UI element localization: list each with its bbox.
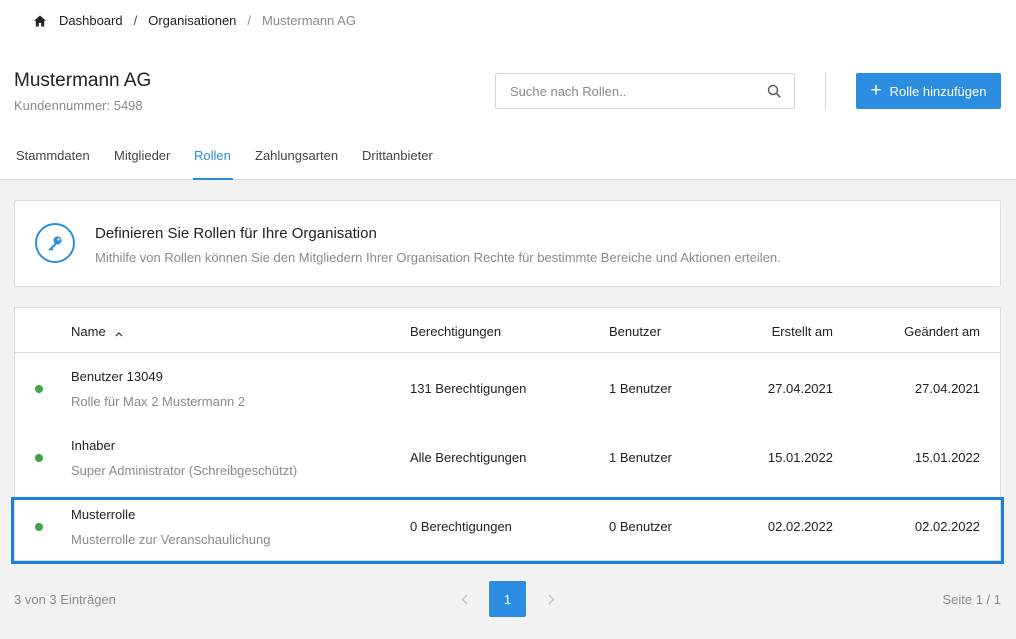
role-name: Benutzer 13049 (71, 369, 163, 384)
search-input[interactable] (496, 74, 746, 108)
roles-table: Name Berechtigungen Benutzer Erstellt am… (14, 307, 1001, 561)
breadcrumb-dashboard[interactable]: Dashboard (59, 13, 123, 28)
breadcrumb-separator: / (133, 13, 138, 28)
breadcrumb-organisationen[interactable]: Organisationen (148, 13, 236, 28)
home-icon[interactable] (33, 14, 47, 28)
role-created: 02.02.2022 (767, 519, 833, 534)
page-title: Mustermann AG (14, 70, 152, 91)
plus-icon: + (870, 79, 882, 101)
page-header: Dashboard / Organisationen / Mustermann … (0, 0, 1016, 180)
search-box[interactable] (495, 73, 795, 109)
role-name: Inhaber (71, 438, 116, 453)
tab-drittanbieter[interactable]: Drittanbieter (362, 148, 436, 180)
next-page-icon[interactable] (539, 581, 563, 617)
column-permissions[interactable]: Berechtigungen (410, 324, 501, 339)
divider (825, 72, 826, 110)
key-icon (35, 223, 75, 263)
role-users: 1 Benutzer (609, 381, 672, 396)
info-text: Mithilfe von Rollen können Sie den Mitgl… (95, 250, 781, 265)
page-button-current[interactable]: 1 (489, 581, 526, 617)
tab-mitglieder[interactable]: Mitglieder (114, 148, 172, 180)
role-created: 27.04.2021 (767, 381, 833, 396)
role-modified: 27.04.2021 (914, 381, 980, 396)
search-icon[interactable] (767, 84, 781, 98)
table-header: Name Berechtigungen Benutzer Erstellt am… (15, 308, 1000, 353)
role-users: 1 Benutzer (609, 450, 672, 465)
column-created[interactable]: Erstellt am (772, 324, 833, 339)
role-users: 0 Benutzer (609, 519, 672, 534)
role-modified: 02.02.2022 (914, 519, 980, 534)
breadcrumb-separator: / (247, 13, 252, 28)
column-name-label: Name (71, 324, 106, 339)
status-active-icon (35, 454, 43, 462)
entries-count: 3 von 3 Einträgen (14, 592, 116, 607)
role-permissions: 0 Berechtigungen (410, 519, 512, 534)
role-permissions: Alle Berechtigungen (410, 450, 527, 465)
role-name: Musterrolle (71, 507, 136, 522)
table-row[interactable]: Inhaber Super Administrator (Schreibgesc… (15, 423, 1000, 492)
tab-zahlungsarten[interactable]: Zahlungsarten (255, 148, 341, 180)
tab-rollen[interactable]: Rollen (193, 148, 233, 180)
role-description: Musterrolle zur Veranschaulichung (71, 532, 271, 547)
role-description: Rolle für Max 2 Mustermann 2 (71, 394, 246, 409)
info-title: Definieren Sie Rollen für Ihre Organisat… (95, 225, 377, 242)
column-users[interactable]: Benutzer (609, 324, 661, 339)
breadcrumb-current: Mustermann AG (262, 13, 356, 28)
column-modified[interactable]: Geändert am (904, 324, 980, 339)
role-description: Super Administrator (Schreibgeschützt) (71, 463, 298, 478)
pagination: 1 (452, 581, 563, 617)
add-role-label: Rolle hinzufügen (889, 83, 987, 99)
table-row[interactable]: Benutzer 13049 Rolle für Max 2 Musterman… (15, 354, 1000, 423)
customer-number: Kundennummer: 5498 (14, 98, 143, 113)
column-name[interactable]: Name (71, 324, 123, 340)
role-permissions: 131 Berechtigungen (410, 381, 527, 396)
info-panel: Definieren Sie Rollen für Ihre Organisat… (14, 200, 1001, 287)
role-created: 15.01.2022 (767, 450, 833, 465)
add-role-button[interactable]: + Rolle hinzufügen (856, 73, 1001, 109)
page-info: Seite 1 / 1 (942, 592, 1001, 607)
status-active-icon (35, 385, 43, 393)
sort-ascending-icon[interactable] (115, 325, 123, 340)
tab-stammdaten[interactable]: Stammdaten (16, 148, 92, 180)
previous-page-icon[interactable] (452, 581, 476, 617)
table-row[interactable]: Musterrolle Musterrolle zur Veranschauli… (15, 492, 1000, 561)
role-modified: 15.01.2022 (914, 450, 980, 465)
breadcrumb: Dashboard / Organisationen / Mustermann … (33, 13, 356, 28)
status-active-icon (35, 523, 43, 531)
